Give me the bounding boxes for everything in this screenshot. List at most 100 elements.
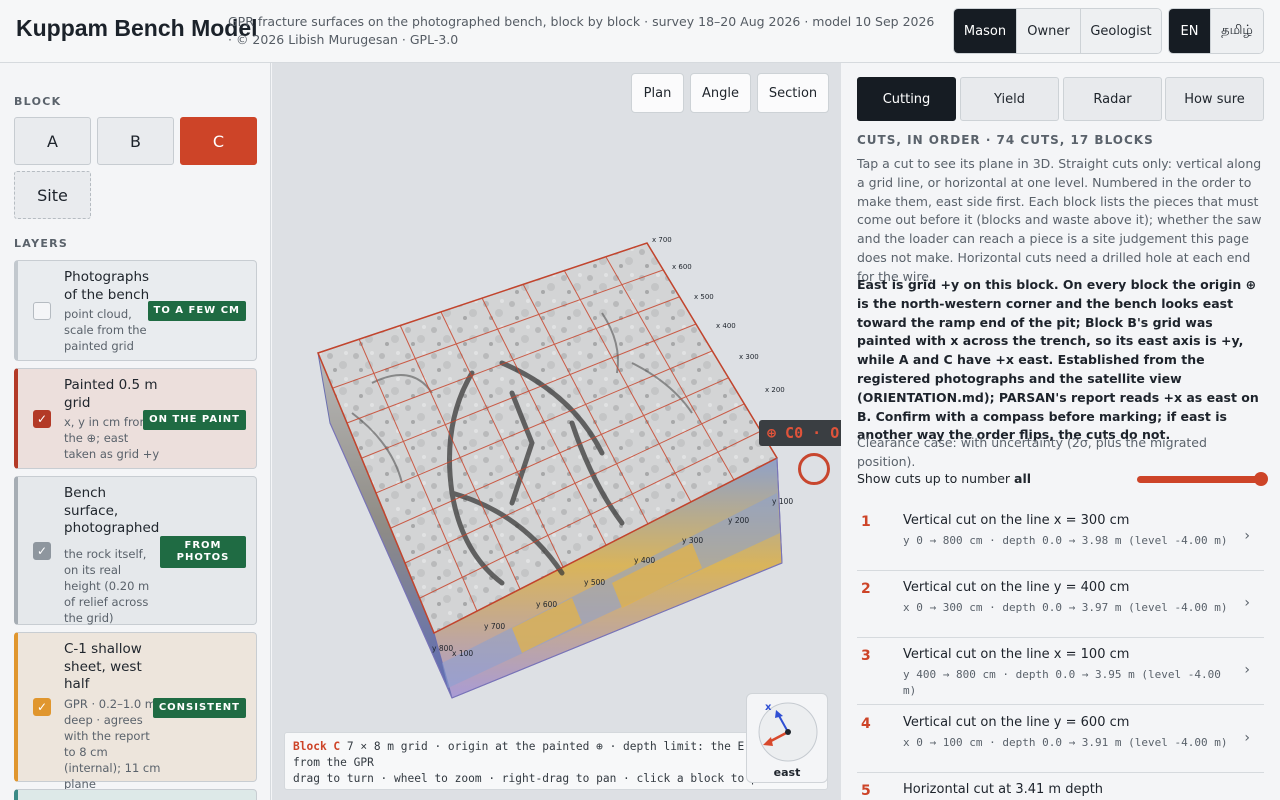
compass-icon <box>758 702 818 762</box>
origin-crosshair-icon <box>798 453 830 485</box>
compass-axis-label: x <box>765 702 772 713</box>
cut-number: 4 <box>861 716 871 732</box>
slider-label: Show cuts up to number all <box>857 471 1032 486</box>
grid-label: y 400 <box>634 556 656 565</box>
compass-east-label: east <box>773 766 801 779</box>
grid-label: y 600 <box>536 600 558 609</box>
lang-en-button[interactable]: EN <box>1169 9 1211 53</box>
cut-item[interactable]: 5 Horizontal cut at 3.41 m depth › <box>857 773 1264 800</box>
layer-title: Bench surface, photographed <box>64 485 160 536</box>
orientation-note: East is grid +y on this block. On every … <box>857 277 1259 443</box>
info-line2: from the GPR <box>293 756 374 769</box>
layer-badge: ON THE PAINT <box>143 410 246 430</box>
origin-marker[interactable]: ⊕ C0 · O <box>759 420 841 446</box>
cut-number: 1 <box>861 514 871 530</box>
grid-label: y 700 <box>484 622 506 631</box>
language-switcher: EN தமிழ் <box>1168 8 1264 54</box>
slider-handle[interactable] <box>1254 472 1268 486</box>
lang-tamil-button[interactable]: தமிழ் <box>1211 9 1263 53</box>
cut-title: Vertical cut on the line y = 600 cm <box>903 715 1130 730</box>
layer-c1-sheet[interactable]: ✓ C-1 shallow sheet, west half GPR · 0.2… <box>14 632 257 791</box>
compass-widget[interactable]: x east <box>746 693 828 783</box>
grid-label: x 500 <box>694 293 714 301</box>
view-angle-button[interactable]: Angle <box>690 73 751 113</box>
layer-title: Photographs of the bench <box>64 269 150 303</box>
role-geologist-button[interactable]: Geologist <box>1081 9 1161 53</box>
cuts-heading: CUTS, IN ORDER · 74 CUTS, 17 BLOCKS <box>857 133 1154 147</box>
cut-title: Horizontal cut at 3.41 m depth <box>903 782 1104 797</box>
layer-desc: the rock itself, on its real height (0.2… <box>64 547 150 625</box>
tab-radar[interactable]: Radar <box>1063 77 1162 121</box>
layer-desc: GPR · 0.2–1.0 m deep · agrees with the r… <box>64 697 161 791</box>
layer-c1-checkbox[interactable]: ✓ <box>33 698 51 716</box>
grid-label: x 600 <box>672 263 692 271</box>
slider-value: all <box>1014 471 1032 486</box>
slider-fill <box>1137 476 1261 483</box>
bench-3d-model[interactable] <box>272 63 841 800</box>
cut-title: Vertical cut on the line x = 300 cm <box>903 513 1130 528</box>
tab-how-sure[interactable]: How sure <box>1165 77 1264 121</box>
role-switcher: Mason Owner Geologist <box>953 8 1162 54</box>
layer-title: Painted 0.5 m grid <box>64 377 158 411</box>
grid-label: x 300 <box>739 353 759 361</box>
cuts-intro: Tap a cut to see its plane in 3D. Straig… <box>857 156 1262 284</box>
cut-detail: y 400 → 800 cm · depth 0.0 → 3.95 m (lev… <box>903 668 1221 697</box>
layer-next[interactable] <box>14 789 257 800</box>
app-title: Kuppam Bench Model <box>16 15 258 41</box>
block-b-button[interactable]: B <box>97 117 174 165</box>
cut-detail: y 0 → 800 cm · depth 0.0 → 3.98 m (level… <box>903 534 1228 547</box>
right-panel: Cutting Yield Radar How sure CUTS, IN OR… <box>841 63 1280 800</box>
block-heading: BLOCK <box>14 95 62 108</box>
cut-number: 2 <box>861 581 871 597</box>
grid-label: x 400 <box>716 322 736 330</box>
block-site-button[interactable]: Site <box>14 171 91 219</box>
view-plan-button[interactable]: Plan <box>631 73 684 113</box>
view-section-button[interactable]: Section <box>757 73 829 113</box>
layer-painted-grid[interactable]: ✓ Painted 0.5 m grid x, y in cm from the… <box>14 368 257 469</box>
clearance-note: Clearance case: with uncertainty (2σ, pl… <box>857 435 1207 469</box>
grid-label: x 100 <box>452 649 474 658</box>
layer-title: C-1 shallow sheet, west half <box>64 641 142 692</box>
layer-grid-checkbox[interactable]: ✓ <box>33 410 51 428</box>
grid-label: x 200 <box>765 386 785 394</box>
role-owner-button[interactable]: Owner <box>1017 9 1081 53</box>
cut-item[interactable]: 3 Vertical cut on the line x = 100 cm y … <box>857 638 1264 705</box>
grid-label: y 200 <box>728 516 750 525</box>
cut-item[interactable]: 2 Vertical cut on the line y = 400 cm x … <box>857 571 1264 638</box>
info-line3: drag to turn · wheel to zoom · right-dra… <box>293 772 799 785</box>
grid-label: y 800 <box>432 644 454 653</box>
left-panel: BLOCK A B C Site LAYERS Photographs of t… <box>0 63 271 800</box>
chevron-right-icon: › <box>1244 730 1250 746</box>
chevron-right-icon: › <box>1244 528 1250 544</box>
layer-photographs[interactable]: Photographs of the bench point cloud, sc… <box>14 260 257 361</box>
grid-label: y 100 <box>772 497 794 506</box>
cut-item[interactable]: 4 Vertical cut on the line y = 600 cm x … <box>857 706 1264 773</box>
layer-badge: TO A FEW CM <box>147 301 246 321</box>
cut-detail: x 0 → 100 cm · depth 0.0 → 3.91 m (level… <box>903 736 1228 749</box>
chevron-right-icon: › <box>1244 595 1250 611</box>
tab-yield[interactable]: Yield <box>960 77 1059 121</box>
grid-label: x 700 <box>652 236 672 244</box>
layer-surface-checkbox[interactable]: ✓ <box>33 542 51 560</box>
layer-badge: CONSISTENT <box>152 698 246 718</box>
app-subtitle: GPR fracture surfaces on the photographe… <box>228 14 935 47</box>
layer-photographs-checkbox[interactable] <box>33 302 51 320</box>
cut-number: 3 <box>861 648 871 664</box>
role-mason-button[interactable]: Mason <box>954 9 1017 53</box>
block-c-button[interactable]: C <box>180 117 257 165</box>
cut-number: 5 <box>861 783 871 799</box>
cuts-slider[interactable] <box>1137 472 1268 486</box>
tab-cutting[interactable]: Cutting <box>857 77 956 121</box>
layers-heading: LAYERS <box>14 237 69 250</box>
layer-bench-surface[interactable]: ✓ Bench surface, photographed the rock i… <box>14 476 257 625</box>
info-block: Block C <box>293 740 341 753</box>
info-line1: 7 × 8 m grid · origin at the painted ⊕ ·… <box>340 740 745 753</box>
model-viewer[interactable]: x 700 x 600 x 500 x 400 x 300 x 200 x 10… <box>272 63 841 800</box>
cut-item[interactable]: 1 Vertical cut on the line x = 300 cm y … <box>857 504 1264 571</box>
grid-label: y 300 <box>682 536 704 545</box>
layer-badge: FROM PHOTOS <box>160 536 246 568</box>
chevron-right-icon: › <box>1244 662 1250 678</box>
grid-label: y 500 <box>584 578 606 587</box>
block-a-button[interactable]: A <box>14 117 91 165</box>
app-header: Kuppam Bench Model GPR fracture surfaces… <box>0 0 1280 63</box>
